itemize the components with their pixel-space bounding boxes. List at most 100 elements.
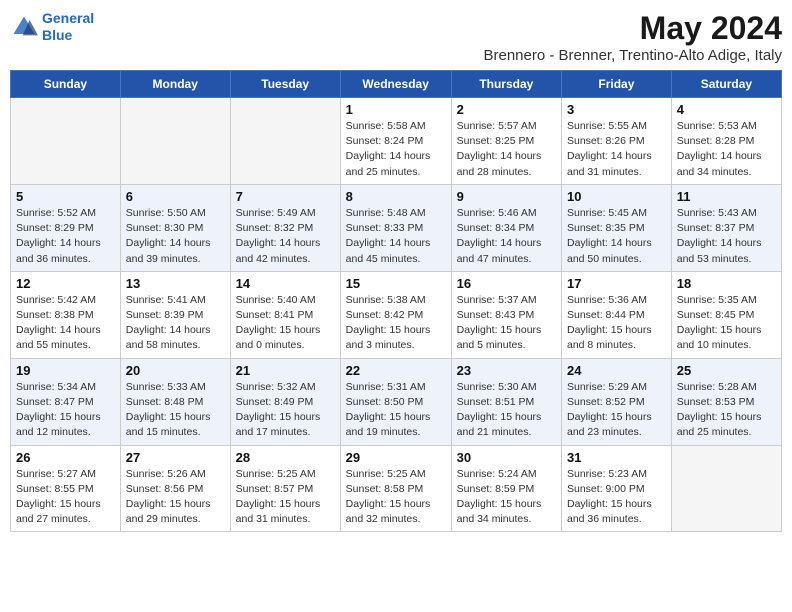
weekday-header-saturday: Saturday: [671, 71, 781, 98]
day-number: 17: [567, 276, 666, 291]
day-info: Sunrise: 5:25 AMSunset: 8:58 PMDaylight:…: [346, 467, 446, 528]
day-number: 20: [126, 363, 225, 378]
calendar-cell: 24 Sunrise: 5:29 AMSunset: 8:52 PMDayligh…: [562, 358, 672, 445]
day-number: 29: [346, 450, 446, 465]
calendar-cell: 9Sunrise: 5:46 AMSunset: 8:34 PMDaylight…: [451, 184, 561, 271]
day-info: Sunrise: 5:37 AMSunset: 8:43 PMDaylight:…: [457, 293, 556, 354]
week-row-4: 19Sunrise: 5:34 AMSunset: 8:47 PMDayligh…: [11, 358, 782, 445]
day-number: 6: [126, 189, 225, 204]
calendar-cell: 19Sunrise: 5:34 AMSunset: 8:47 PMDayligh…: [11, 358, 121, 445]
day-info: Sunrise: 5:53 AMSunset: 8:28 PMDaylight:…: [677, 119, 776, 180]
calendar-cell: 25 Sunrise: 5:28 AMSunset: 8:53 PMDayligh…: [671, 358, 781, 445]
location-title: Brennero - Brenner, Trentino-Alto Adige,…: [484, 47, 783, 64]
day-info: Sunrise: 5:33 AMSunset: 8:48 PMDaylight:…: [126, 380, 225, 441]
calendar-cell: 22 Sunrise: 5:31 AMSunset: 8:50 PMDayligh…: [340, 358, 451, 445]
day-info: Sunrise: 5:24 AMSunset: 8:59 PMDaylight:…: [457, 467, 556, 528]
day-info: Sunrise: 5:27 AMSunset: 8:55 PMDaylight:…: [16, 467, 115, 528]
calendar-cell: 15 Sunrise: 5:38 AMSunset: 8:42 PMDayligh…: [340, 271, 451, 358]
calendar-cell: 28Sunrise: 5:25 AMSunset: 8:57 PMDayligh…: [230, 445, 340, 532]
calendar-cell: [11, 98, 121, 185]
week-row-1: 1Sunrise: 5:58 AMSunset: 8:24 PMDaylight…: [11, 98, 782, 185]
weekday-row: SundayMondayTuesdayWednesdayThursdayFrid…: [11, 71, 782, 98]
day-info: Sunrise: 5:35 AMSunset: 8:45 PMDaylight:…: [677, 293, 776, 354]
day-number: 3: [567, 102, 666, 117]
day-number: 28: [236, 450, 335, 465]
day-info: Sunrise: 5:46 AMSunset: 8:34 PMDaylight:…: [457, 206, 556, 267]
calendar-cell: 26 Sunrise: 5:27 AMSunset: 8:55 PMDayligh…: [11, 445, 121, 532]
day-info: Sunrise: 5:36 AMSunset: 8:44 PMDaylight:…: [567, 293, 666, 354]
calendar-cell: 20 Sunrise: 5:33 AMSunset: 8:48 PMDayligh…: [120, 358, 230, 445]
calendar-cell: [230, 98, 340, 185]
day-info: Sunrise: 5:41 AMSunset: 8:39 PMDaylight:…: [126, 293, 225, 354]
calendar-cell: 18 Sunrise: 5:35 AMSunset: 8:45 PMDayligh…: [671, 271, 781, 358]
day-number: 22: [346, 363, 446, 378]
week-row-3: 12 Sunrise: 5:42 AMSunset: 8:38 PMDayligh…: [11, 271, 782, 358]
day-number: 13: [126, 276, 225, 291]
day-info: Sunrise: 5:28 AMSunset: 8:53 PMDaylight:…: [677, 380, 776, 441]
page-header: General Blue May 2024 Brennero - Brenner…: [10, 10, 782, 64]
weekday-header-wednesday: Wednesday: [340, 71, 451, 98]
day-info: Sunrise: 5:48 AMSunset: 8:33 PMDaylight:…: [346, 206, 446, 267]
calendar-cell: 2 Sunrise: 5:57 AMSunset: 8:25 PMDaylight…: [451, 98, 561, 185]
calendar-cell: 11 Sunrise: 5:43 AMSunset: 8:37 PMDayligh…: [671, 184, 781, 271]
calendar-cell: 3 Sunrise: 5:55 AMSunset: 8:26 PMDaylight…: [562, 98, 672, 185]
calendar-cell: 17 Sunrise: 5:36 AMSunset: 8:44 PMDayligh…: [562, 271, 672, 358]
logo-text: General Blue: [42, 10, 94, 44]
day-number: 31: [567, 450, 666, 465]
day-number: 8: [346, 189, 446, 204]
calendar-body: 1Sunrise: 5:58 AMSunset: 8:24 PMDaylight…: [11, 98, 782, 532]
calendar-cell: 4 Sunrise: 5:53 AMSunset: 8:28 PMDaylight…: [671, 98, 781, 185]
day-number: 18: [677, 276, 776, 291]
day-number: 24: [567, 363, 666, 378]
day-info: Sunrise: 5:26 AMSunset: 8:56 PMDaylight:…: [126, 467, 225, 528]
day-number: 26: [16, 450, 115, 465]
calendar-cell: 5Sunrise: 5:52 AMSunset: 8:29 PMDaylight…: [11, 184, 121, 271]
day-number: 1: [346, 102, 446, 117]
calendar-cell: 6 Sunrise: 5:50 AMSunset: 8:30 PMDaylight…: [120, 184, 230, 271]
calendar-cell: 13 Sunrise: 5:41 AMSunset: 8:39 PMDayligh…: [120, 271, 230, 358]
calendar-cell: 14 Sunrise: 5:40 AMSunset: 8:41 PMDayligh…: [230, 271, 340, 358]
calendar-cell: 30 Sunrise: 5:24 AMSunset: 8:59 PMDayligh…: [451, 445, 561, 532]
calendar-cell: 12 Sunrise: 5:42 AMSunset: 8:38 PMDayligh…: [11, 271, 121, 358]
day-info: Sunrise: 5:43 AMSunset: 8:37 PMDaylight:…: [677, 206, 776, 267]
day-info: Sunrise: 5:23 AMSunset: 9:00 PMDaylight:…: [567, 467, 666, 528]
day-info: Sunrise: 5:31 AMSunset: 8:50 PMDaylight:…: [346, 380, 446, 441]
day-number: 15: [346, 276, 446, 291]
day-info: Sunrise: 5:42 AMSunset: 8:38 PMDaylight:…: [16, 293, 115, 354]
calendar-cell: 29 Sunrise: 5:25 AMSunset: 8:58 PMDayligh…: [340, 445, 451, 532]
calendar-header: SundayMondayTuesdayWednesdayThursdayFrid…: [11, 71, 782, 98]
day-info: Sunrise: 5:34 AMSunset: 8:47 PMDaylight:…: [16, 380, 115, 441]
weekday-header-thursday: Thursday: [451, 71, 561, 98]
day-number: 12: [16, 276, 115, 291]
day-info: Sunrise: 5:55 AMSunset: 8:26 PMDaylight:…: [567, 119, 666, 180]
calendar-cell: 27Sunrise: 5:26 AMSunset: 8:56 PMDayligh…: [120, 445, 230, 532]
day-number: 16: [457, 276, 556, 291]
calendar-cell: [671, 445, 781, 532]
day-number: 21: [236, 363, 335, 378]
day-info: Sunrise: 5:29 AMSunset: 8:52 PMDaylight:…: [567, 380, 666, 441]
weekday-header-tuesday: Tuesday: [230, 71, 340, 98]
logo: General Blue: [10, 10, 94, 44]
day-number: 14: [236, 276, 335, 291]
day-info: Sunrise: 5:49 AMSunset: 8:32 PMDaylight:…: [236, 206, 335, 267]
day-number: 2: [457, 102, 556, 117]
day-number: 4: [677, 102, 776, 117]
day-info: Sunrise: 5:57 AMSunset: 8:25 PMDaylight:…: [457, 119, 556, 180]
day-info: Sunrise: 5:40 AMSunset: 8:41 PMDaylight:…: [236, 293, 335, 354]
day-info: Sunrise: 5:32 AMSunset: 8:49 PMDaylight:…: [236, 380, 335, 441]
day-number: 11: [677, 189, 776, 204]
week-row-2: 5Sunrise: 5:52 AMSunset: 8:29 PMDaylight…: [11, 184, 782, 271]
day-number: 10: [567, 189, 666, 204]
month-title: May 2024: [484, 10, 783, 47]
title-block: May 2024 Brennero - Brenner, Trentino-Al…: [484, 10, 783, 64]
day-info: Sunrise: 5:30 AMSunset: 8:51 PMDaylight:…: [457, 380, 556, 441]
day-number: 25: [677, 363, 776, 378]
calendar-cell: 16 Sunrise: 5:37 AMSunset: 8:43 PMDayligh…: [451, 271, 561, 358]
calendar-cell: 10Sunrise: 5:45 AMSunset: 8:35 PMDayligh…: [562, 184, 672, 271]
calendar-cell: 8 Sunrise: 5:48 AMSunset: 8:33 PMDaylight…: [340, 184, 451, 271]
day-number: 30: [457, 450, 556, 465]
weekday-header-sunday: Sunday: [11, 71, 121, 98]
day-info: Sunrise: 5:38 AMSunset: 8:42 PMDaylight:…: [346, 293, 446, 354]
day-info: Sunrise: 5:50 AMSunset: 8:30 PMDaylight:…: [126, 206, 225, 267]
day-number: 5: [16, 189, 115, 204]
